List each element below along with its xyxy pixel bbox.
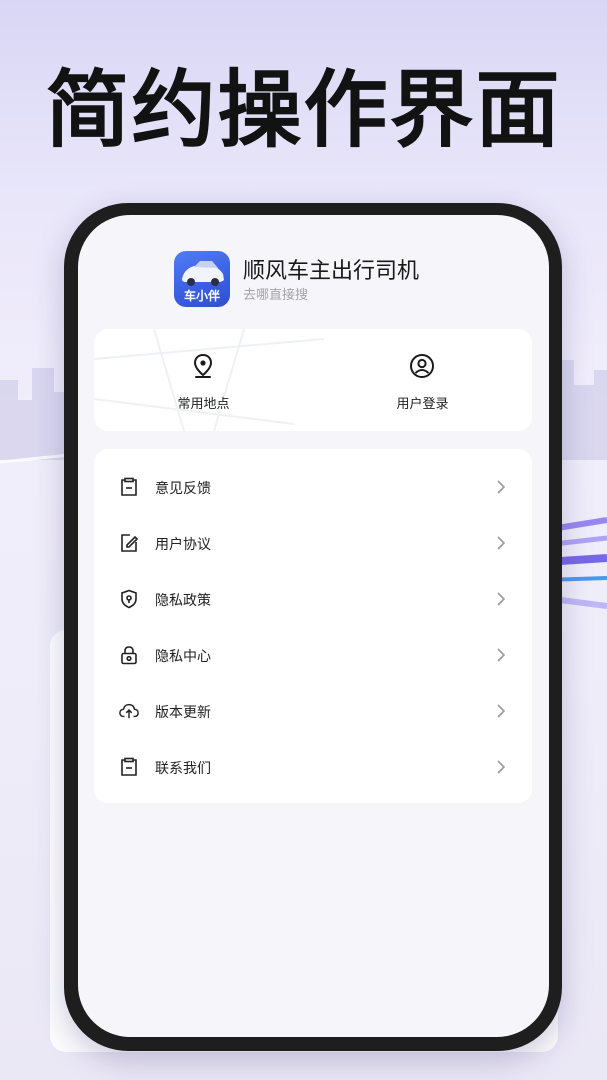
- menu-item-contact-us[interactable]: 联系我们: [94, 739, 532, 795]
- common-places-label: 常用地点: [177, 397, 230, 412]
- lock-icon: [121, 646, 137, 665]
- chevron-right-icon: [497, 648, 506, 662]
- menu-item-label: 版本更新: [155, 705, 211, 721]
- chevron-right-icon: [497, 480, 506, 494]
- common-places-button[interactable]: 常用地点: [94, 329, 313, 431]
- menu-item-label: 隐私政策: [155, 593, 211, 609]
- user-login-label: 用户登录: [396, 397, 449, 412]
- menu-item-label: 联系我们: [155, 761, 211, 777]
- chevron-right-icon: [497, 536, 506, 550]
- quick-actions-card: 常用地点 用户登录: [94, 329, 532, 431]
- chevron-right-icon: [497, 760, 506, 774]
- shield-icon: [121, 589, 137, 609]
- menu-item-label: 意见反馈: [155, 481, 211, 497]
- clipboard-icon: [121, 477, 137, 496]
- menu-item-feedback[interactable]: 意见反馈: [94, 459, 532, 515]
- menu-item-label: 用户协议: [155, 537, 211, 553]
- headline: 简约操作界面: [45, 61, 562, 159]
- app-icon-label: 车小伴: [183, 289, 220, 303]
- app-header: 车小伴 顺风车主出行司机 去哪直接搜: [174, 251, 474, 307]
- cloud-upload-icon: [119, 703, 139, 719]
- phone-screen: 车小伴 顺风车主出行司机 去哪直接搜 常用地点 用户登录 意见反馈 用户协议 隐…: [78, 215, 549, 1037]
- app-title: 顺风车主出行司机: [243, 259, 420, 284]
- app-icon: 车小伴: [174, 251, 230, 307]
- menu-item-version-update[interactable]: 版本更新: [94, 683, 532, 739]
- user-circle-icon: [410, 354, 434, 378]
- edit-document-icon: [121, 534, 139, 552]
- location-pin-icon: [193, 353, 213, 378]
- user-login-button[interactable]: 用户登录: [313, 329, 532, 431]
- menu-item-privacy-center[interactable]: 隐私中心: [94, 627, 532, 683]
- menu-card: 意见反馈 用户协议 隐私政策 隐私中心 版本更新 联系我们: [94, 449, 532, 803]
- menu-item-privacy-policy[interactable]: 隐私政策: [94, 571, 532, 627]
- app-subtitle: 去哪直接搜: [243, 288, 309, 303]
- chevron-right-icon: [497, 704, 506, 718]
- chevron-right-icon: [497, 592, 506, 606]
- clipboard-icon: [121, 757, 137, 776]
- menu-item-user-agreement[interactable]: 用户协议: [94, 515, 532, 571]
- menu-item-label: 隐私中心: [155, 649, 211, 665]
- car-icon: [182, 261, 224, 286]
